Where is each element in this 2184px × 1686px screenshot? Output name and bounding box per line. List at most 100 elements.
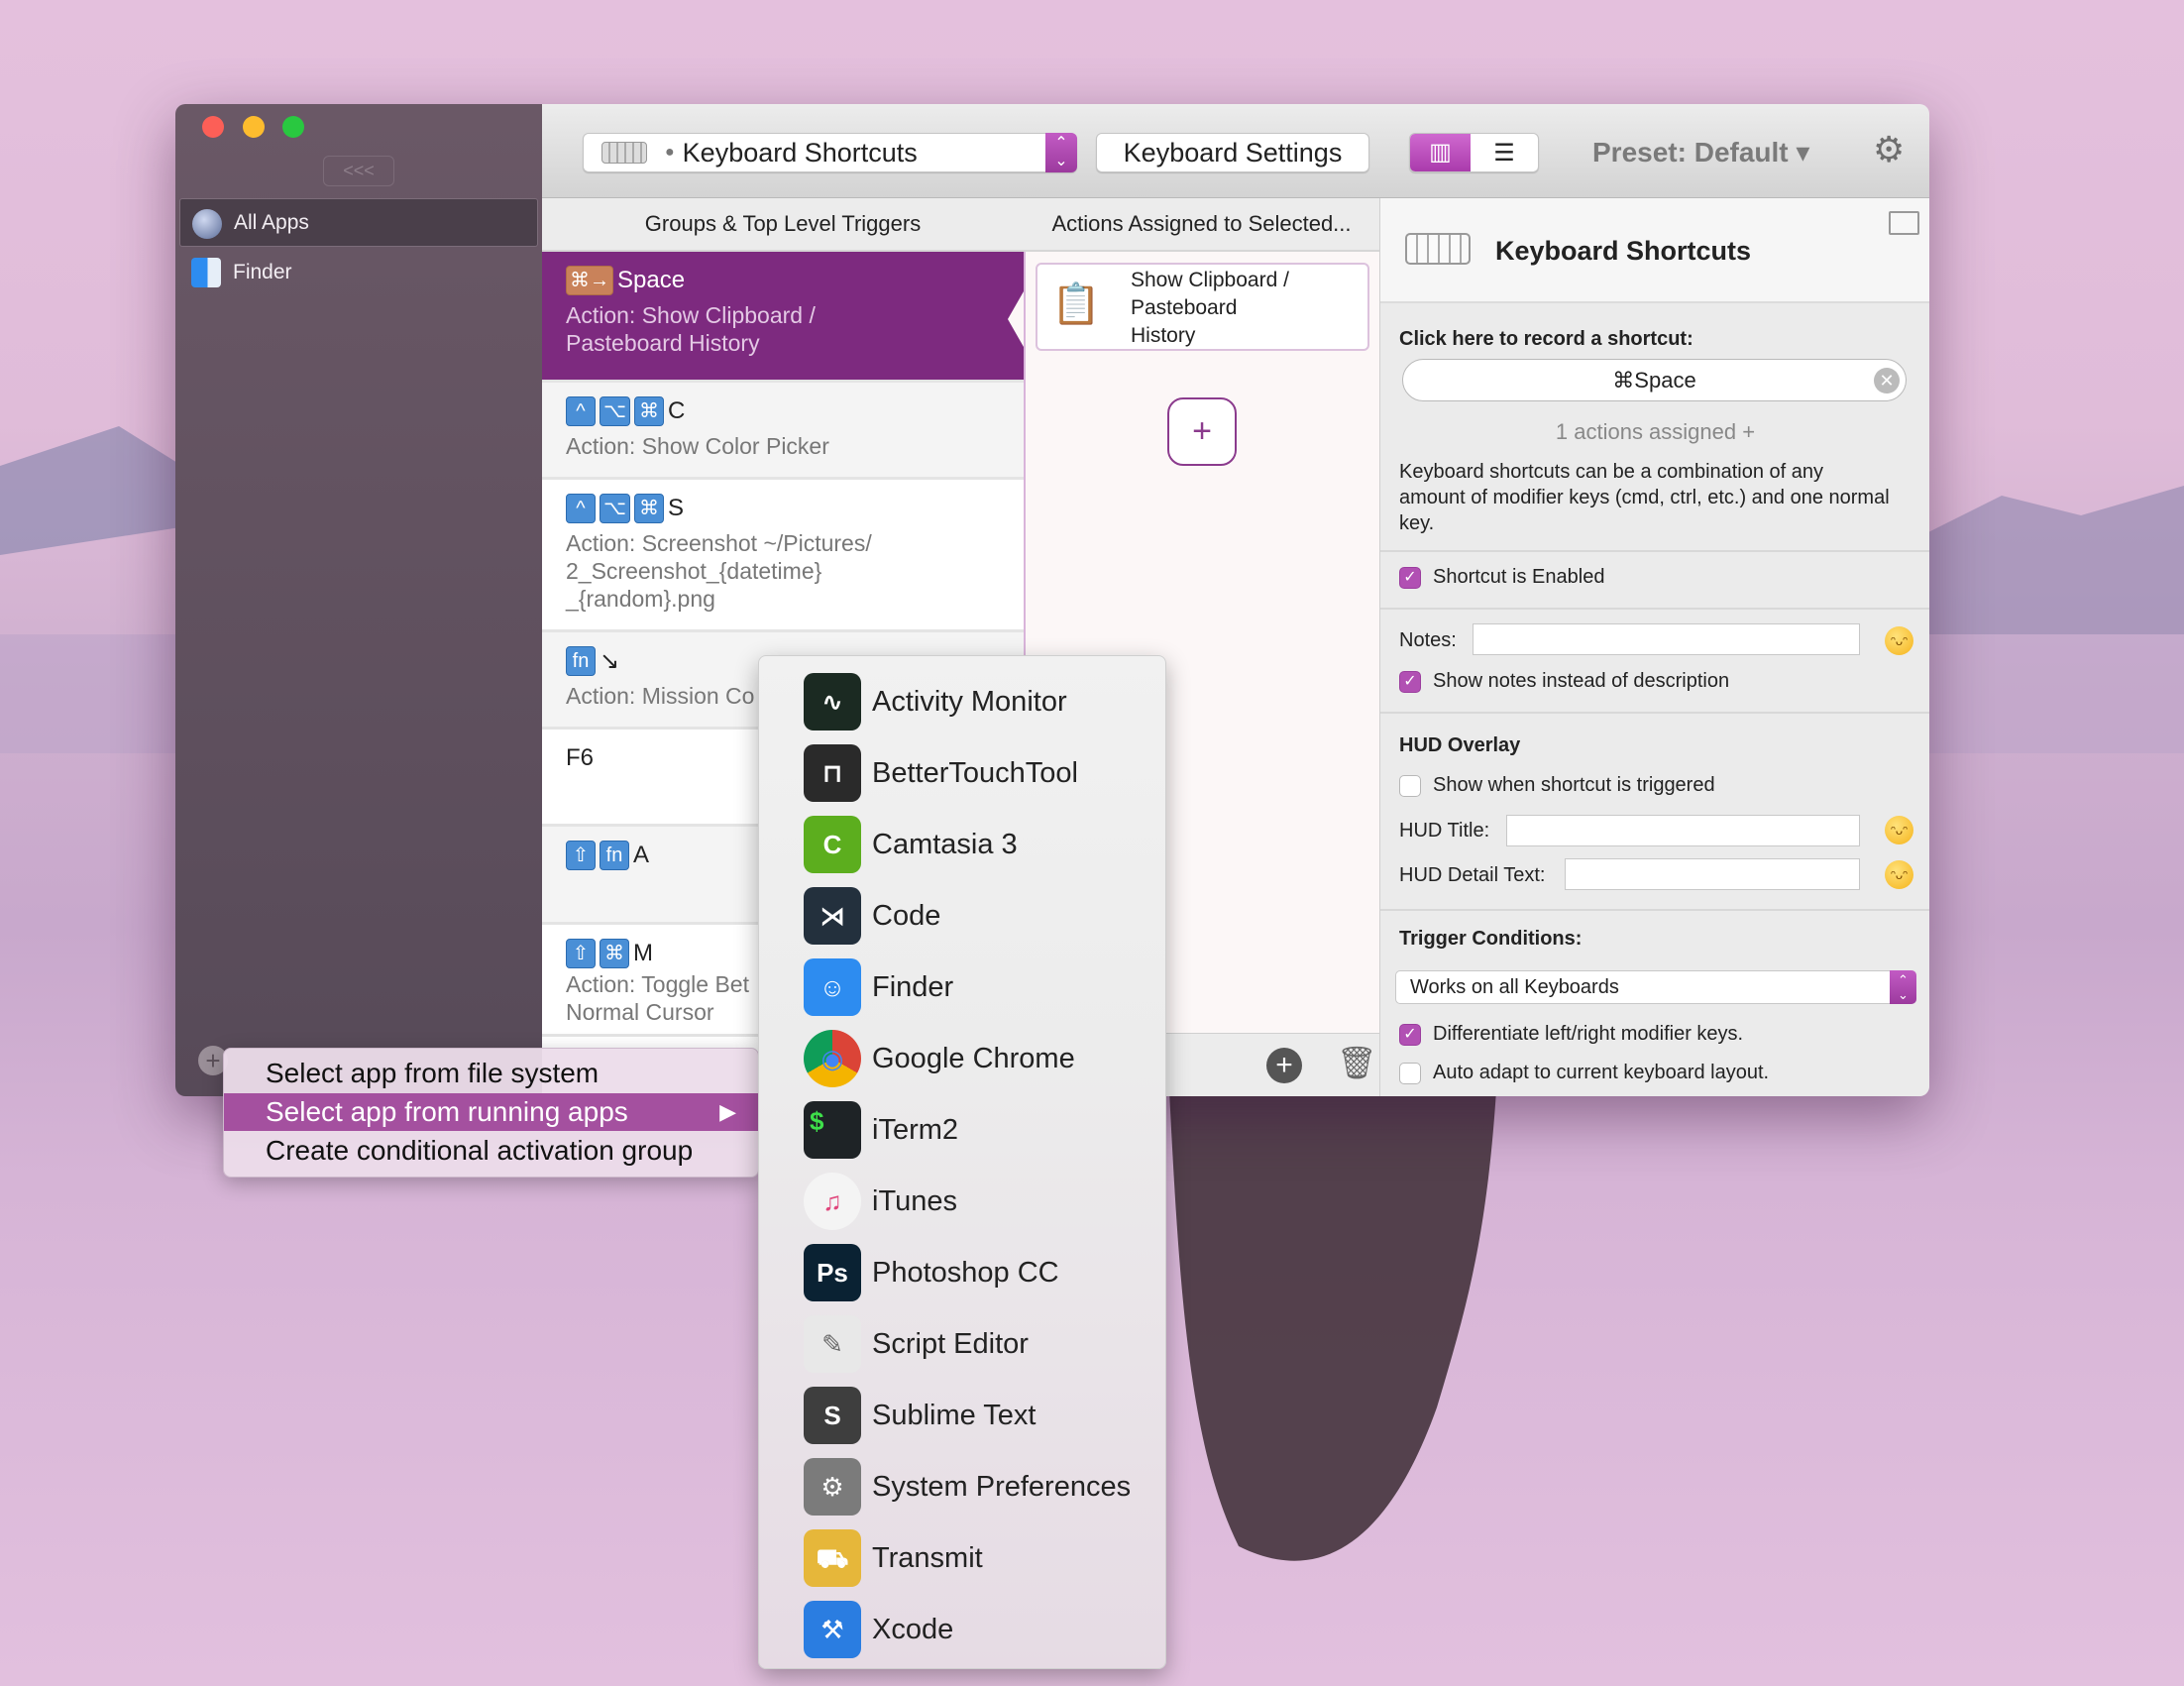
menu-item-app[interactable]: Ps Photoshop CC bbox=[759, 1237, 1165, 1308]
hud-title-label: HUD Title: bbox=[1399, 820, 1490, 842]
ctrl-key-badge: ^ bbox=[566, 494, 596, 523]
menu-item-app[interactable]: C Camtasia 3 bbox=[759, 809, 1165, 880]
camtasia-icon: C bbox=[804, 816, 861, 873]
menu-item-app[interactable]: ⊓ BetterTouchTool bbox=[759, 737, 1165, 809]
selection-pointer bbox=[1008, 291, 1024, 347]
running-apps-submenu: ∿ Activity Monitor ⊓ BetterTouchTool C Camtas… bbox=[758, 655, 1166, 1669]
menu-item-app[interactable]: ♫ iTunes bbox=[759, 1166, 1165, 1237]
option-key-badge: ⌥ bbox=[600, 494, 631, 523]
shift-key-badge: ⇧ bbox=[566, 939, 596, 968]
menu-item-app[interactable]: ◉ Google Chrome bbox=[759, 1023, 1165, 1094]
shortcut-enabled-checkbox[interactable]: ✓ Shortcut is Enabled bbox=[1399, 566, 1604, 589]
select-value: Works on all Keyboards bbox=[1410, 976, 1619, 998]
keyboard-settings-button[interactable]: Keyboard Settings bbox=[1096, 133, 1369, 172]
app-name: Google Chrome bbox=[872, 1043, 1075, 1074]
differentiate-checkbox[interactable]: ✓ Differentiate left/right modifier keys. bbox=[1399, 1023, 1743, 1046]
collapse-sidebar-button[interactable]: <<< bbox=[323, 156, 394, 186]
emoji-picker-icon[interactable]: ᵔᴗᵔ bbox=[1885, 626, 1913, 655]
gear-icon[interactable]: ⚙ bbox=[1873, 129, 1905, 170]
clear-icon[interactable]: ✕ bbox=[1874, 368, 1900, 393]
photoshop-icon: Ps bbox=[804, 1244, 861, 1301]
option-key-badge: ⌥ bbox=[600, 396, 631, 426]
emoji-picker-icon[interactable]: ᵔᴗᵔ bbox=[1885, 816, 1913, 844]
iterm-icon: $ bbox=[804, 1101, 861, 1159]
menu-item-select-from-file-system[interactable]: Select app from file system bbox=[224, 1055, 758, 1092]
trigger-type-dropdown[interactable]: ● Keyboard Shortcuts ⌃ ⌄ bbox=[583, 133, 1077, 172]
sidebar-item-all-apps[interactable]: All Apps bbox=[179, 198, 538, 247]
columns-view-icon[interactable]: ▥ bbox=[1410, 134, 1472, 171]
menu-item-app[interactable]: ✎ Script Editor bbox=[759, 1308, 1165, 1380]
menu-item-select-from-running-apps[interactable]: Select app from running apps ▶ bbox=[224, 1093, 758, 1131]
app-name: Xcode bbox=[872, 1614, 954, 1645]
shortcut-recorder-field[interactable]: ⌘Space ✕ bbox=[1402, 359, 1907, 401]
menu-item-app[interactable]: $ iTerm2 bbox=[759, 1094, 1165, 1166]
app-name: Finder bbox=[872, 971, 954, 1003]
panel-title: Keyboard Shortcuts bbox=[1495, 236, 1752, 266]
app-sidebar: <<< All Apps Finder + bbox=[175, 104, 542, 1096]
checkbox-label: Show notes instead of description bbox=[1433, 670, 1730, 692]
keyboard-icon bbox=[1405, 233, 1471, 265]
menu-item-app[interactable]: ⛟ Transmit bbox=[759, 1522, 1165, 1594]
add-app-context-menu: Select app from file system Select app f… bbox=[223, 1048, 759, 1178]
trigger-conditions-header: Trigger Conditions: bbox=[1399, 928, 1583, 950]
close-window-button[interactable] bbox=[202, 116, 224, 138]
minimize-window-button[interactable] bbox=[243, 116, 265, 138]
trigger-action: Action: Show Color Picker bbox=[566, 433, 829, 459]
hud-show-checkbox[interactable]: Show when shortcut is triggered bbox=[1399, 774, 1715, 797]
list-view-icon[interactable]: ☰ bbox=[1471, 139, 1538, 168]
hud-detail-input[interactable] bbox=[1565, 858, 1860, 890]
shortcut-description: Keyboard shortcuts can be a combination … bbox=[1399, 461, 1890, 534]
app-name: Activity Monitor bbox=[872, 686, 1067, 718]
chevron-updown-icon: ⌃ ⌄ bbox=[1045, 133, 1077, 172]
preset-dropdown[interactable]: Preset: Default ▾ bbox=[1592, 136, 1809, 169]
menu-item-app[interactable]: ∿ Activity Monitor bbox=[759, 666, 1165, 737]
sublime-icon: S bbox=[804, 1387, 861, 1444]
app-name: Photoshop CC bbox=[872, 1257, 1059, 1289]
chevron-updown-icon: ⌃ ⌄ bbox=[1890, 970, 1916, 1004]
finder-icon: ☺ bbox=[804, 958, 861, 1016]
emoji-picker-icon[interactable]: ᵔᴗᵔ bbox=[1885, 860, 1913, 889]
script-editor-icon: ✎ bbox=[804, 1315, 861, 1373]
add-action-button[interactable]: + bbox=[1167, 397, 1237, 466]
action-card[interactable]: 📋 Show Clipboard / Pasteboard History bbox=[1036, 263, 1369, 351]
trash-icon[interactable]: 🗑 bbox=[1337, 1044, 1377, 1081]
cmd-key-badge: ⌘ bbox=[634, 396, 665, 426]
shortcut-value: ⌘Space bbox=[1612, 368, 1696, 393]
trigger-action: Action: Screenshot ~/Pictures/ bbox=[566, 530, 872, 556]
keyboard-condition-select[interactable]: Works on all Keyboards ⌃ ⌄ bbox=[1395, 970, 1916, 1004]
detach-window-icon[interactable] bbox=[1889, 211, 1919, 235]
keyboard-icon bbox=[601, 142, 647, 164]
trigger-action: Pasteboard History bbox=[566, 330, 760, 356]
trigger-key: A bbox=[633, 842, 650, 868]
trigger-row-ctrl-opt-cmd-s[interactable]: ^ ⌥ ⌘ S Action: Screenshot ~/Pictures/2_Scr… bbox=[542, 480, 1024, 632]
menu-item-app[interactable]: ☺ Finder bbox=[759, 952, 1165, 1023]
app-name: Transmit bbox=[872, 1542, 983, 1574]
xcode-icon: ⚒ bbox=[804, 1601, 861, 1658]
checkbox-label: Auto adapt to current keyboard layout. bbox=[1433, 1062, 1770, 1083]
menu-item-app[interactable]: ⋊ Code bbox=[759, 880, 1165, 952]
app-name: Script Editor bbox=[872, 1328, 1029, 1360]
trigger-action: _{random}.png bbox=[566, 586, 715, 612]
menu-item-app[interactable]: S Sublime Text bbox=[759, 1380, 1165, 1451]
menu-item-app[interactable]: ⚒ Xcode bbox=[759, 1594, 1165, 1665]
cmd-key-badge: ⌘ bbox=[600, 939, 629, 968]
menu-item-app[interactable]: ⚙ System Preferences bbox=[759, 1451, 1165, 1522]
trigger-action: Action: Show Clipboard / bbox=[566, 302, 816, 328]
clipboard-icon: 📋 bbox=[1051, 282, 1101, 326]
add-icon[interactable]: + bbox=[1266, 1048, 1302, 1083]
auto-adapt-checkbox[interactable]: Auto adapt to current keyboard layout. bbox=[1399, 1062, 1769, 1084]
notes-input[interactable] bbox=[1473, 623, 1860, 655]
show-notes-checkbox[interactable]: ✓ Show notes instead of description bbox=[1399, 670, 1729, 693]
system-preferences-icon: ⚙ bbox=[804, 1458, 861, 1516]
menu-item-create-conditional-group[interactable]: Create conditional activation group bbox=[224, 1132, 758, 1170]
view-mode-segmented: ▥ ☰ bbox=[1409, 133, 1539, 172]
hud-title-input[interactable] bbox=[1506, 815, 1860, 846]
sidebar-item-finder[interactable]: Finder bbox=[179, 248, 538, 296]
app-name: iTerm2 bbox=[872, 1114, 959, 1146]
shift-key-badge: ⇧ bbox=[566, 841, 596, 870]
trigger-row-cmd-space[interactable]: ⌘→ Space Action: Show Clipboard / Pasteboa… bbox=[542, 252, 1024, 383]
actions-assigned-link[interactable]: 1 actions assigned + bbox=[1380, 419, 1929, 445]
zoom-window-button[interactable] bbox=[282, 116, 304, 138]
hud-detail-label: HUD Detail Text: bbox=[1399, 864, 1546, 886]
trigger-row-ctrl-opt-cmd-c[interactable]: ^ ⌥ ⌘ C Action: Show Color Picker bbox=[542, 383, 1024, 480]
